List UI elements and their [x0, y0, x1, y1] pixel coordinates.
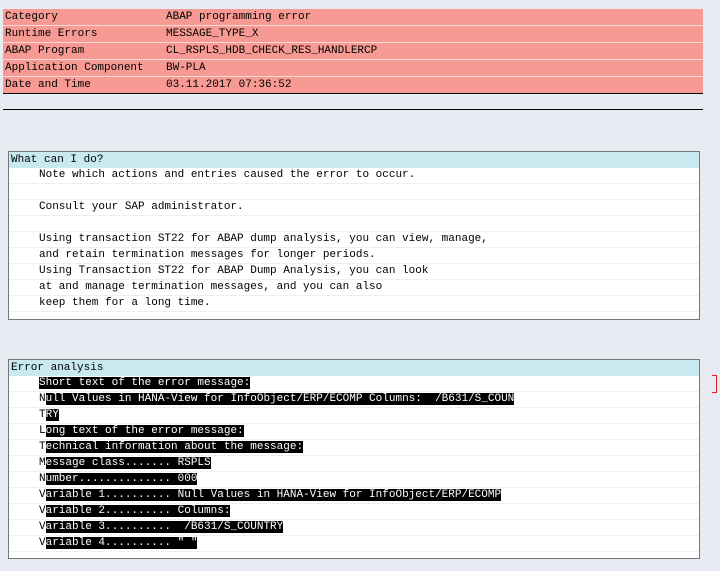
selected-text: umber.............. 000: [45, 473, 198, 485]
selected-text: RY: [45, 409, 59, 421]
selected-text: hort text of the error message:: [45, 377, 251, 389]
line-first-char: T: [39, 409, 46, 421]
header-row: Runtime Errors MESSAGE_TYPE_X: [3, 26, 703, 43]
divider: [3, 93, 703, 94]
text-line: at and manage termination messages, and …: [9, 280, 699, 296]
selected-line[interactable]: Variable 1.......... Null Values in HANA…: [9, 488, 699, 504]
text-line: Consult your SAP administrator.: [9, 200, 699, 216]
selected-line[interactable]: Variable 3.......... /B631/S_COUNTRY: [9, 520, 699, 536]
selected-line[interactable]: TRY: [9, 408, 699, 424]
header-row: Application Component BW-PLA: [3, 60, 703, 77]
selected-text: essage class....... RSPLS: [45, 457, 211, 469]
selected-text: ong text of the error message:: [45, 425, 244, 437]
line-first-char: L: [39, 425, 46, 437]
header-key: Runtime Errors: [5, 28, 98, 40]
header-row: Category ABAP programming error: [3, 9, 703, 26]
header-key: ABAP Program: [5, 45, 85, 57]
line-first-char: V: [39, 489, 46, 501]
text-line: keep them for a long time.: [9, 296, 699, 312]
header-row: ABAP Program CL_RSPLS_HDB_CHECK_RES_HAND…: [3, 43, 703, 60]
text-line: [9, 184, 699, 200]
selected-text: ariable 2.......... Columns:: [45, 505, 231, 517]
what-can-i-do-panel: What can I do? Note which actions and en…: [8, 151, 700, 320]
header-value: ABAP programming error: [166, 11, 312, 23]
header-value: 03.11.2017 07:36:52: [166, 79, 292, 91]
selected-text: ariable 3.......... /B631/S_COUNTRY: [45, 521, 284, 533]
selected-text: ariable 1.......... Null Values in HANA-…: [45, 489, 502, 501]
header-key: Date and Time: [5, 79, 91, 91]
header-key: Category: [5, 11, 58, 23]
header-value: BW-PLA: [166, 62, 206, 74]
selected-line[interactable]: Technical information about the message:: [9, 440, 699, 456]
line-first-char: V: [39, 521, 46, 533]
divider: [3, 109, 703, 110]
panel-title: Error analysis: [9, 360, 699, 376]
line-first-char: V: [39, 505, 46, 517]
line-first-char: T: [39, 441, 46, 453]
selected-line[interactable]: Short text of the error message:: [9, 376, 699, 392]
selected-line[interactable]: Message class....... RSPLS: [9, 456, 699, 472]
header-row: Date and Time 03.11.2017 07:36:52: [3, 77, 703, 93]
line-first-char: M: [39, 457, 46, 469]
error-header-table: Category ABAP programming error Runtime …: [3, 9, 703, 93]
line-first-char: N: [39, 473, 46, 485]
text-line: [9, 216, 699, 232]
error-analysis-panel: Error analysis Short text of the error m…: [8, 359, 700, 559]
selected-first-char: S: [39, 377, 46, 389]
selected-line[interactable]: Number.............. 000: [9, 472, 699, 488]
text-cursor-marker: [712, 375, 717, 393]
selected-line[interactable]: Null Values in HANA-View for InfoObject/…: [9, 392, 699, 408]
header-value: MESSAGE_TYPE_X: [166, 28, 259, 40]
selected-text: echnical information about the message:: [45, 441, 304, 453]
line-first-char: V: [39, 537, 46, 549]
text-line: Note which actions and entries caused th…: [9, 168, 699, 184]
selected-line[interactable]: Variable 4.......... " ": [9, 536, 699, 552]
panel-title: What can I do?: [9, 152, 699, 168]
header-value: CL_RSPLS_HDB_CHECK_RES_HANDLERCP: [166, 45, 378, 57]
text-line: Using transaction ST22 for ABAP dump ana…: [9, 232, 699, 248]
selected-line[interactable]: Long text of the error message:: [9, 424, 699, 440]
text-line: Using Transaction ST22 for ABAP Dump Ana…: [9, 264, 699, 280]
selected-text: ariable 4.......... " ": [45, 537, 198, 549]
text-line: and retain termination messages for long…: [9, 248, 699, 264]
header-key: Application Component: [5, 62, 144, 74]
selected-line[interactable]: Variable 2.......... Columns:: [9, 504, 699, 520]
selected-text: ull Values in HANA-View for InfoObject/E…: [45, 393, 515, 405]
line-first-char: N: [39, 393, 46, 405]
